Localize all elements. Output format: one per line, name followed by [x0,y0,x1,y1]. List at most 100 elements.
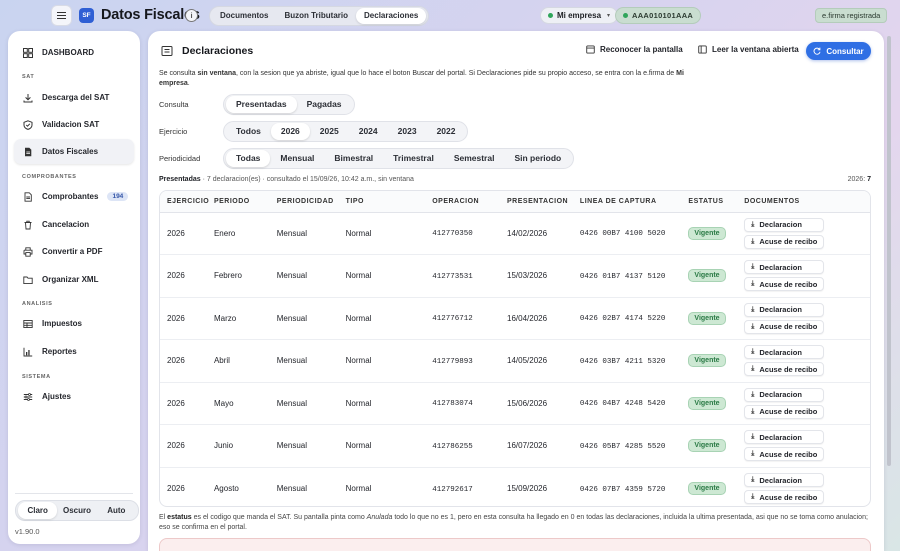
sidebar-item-dashboard[interactable]: DASHBOARD [14,40,134,65]
download-icon: ⤓ [751,263,755,271]
download-icon: ⤓ [751,365,755,373]
cell-operacion: 412773531 [432,272,473,281]
declaracion-download-button[interactable]: ⤓ Declaracion [744,302,825,317]
cell-linea-captura: 0426 03B7 4211 5320 [579,357,666,366]
acuse-download-button[interactable]: ⤓ Acuse de recibo [744,490,825,504]
declaracion-download-button[interactable]: ⤓ Declaracion [744,473,825,487]
periodicidad-option-bimestral[interactable]: Bimestral [324,150,383,167]
sidebar-item-cancelacion[interactable]: Cancelacion [14,212,134,237]
periodicidad-option-sin-periodo[interactable]: Sin periodo [504,150,571,167]
column-header[interactable]: EJERCICIO [160,191,214,213]
consulta-option-presentadas[interactable]: Presentadas [226,96,297,113]
sidebar-item-label: Convertir a PDF [42,247,103,256]
declaracion-download-button[interactable]: ⤓ Declaracion [744,387,825,402]
rfc-value: AAA010101AAA [632,11,694,20]
column-header[interactable]: TIPO [345,191,433,213]
app-version: v1.90.0 [15,527,40,536]
cell-operacion: 412779893 [432,357,473,366]
refresh-icon [813,47,821,55]
periodicidad-option-trimestral[interactable]: Trimestral [383,150,444,167]
ejercicio-option-2026[interactable]: 2026 [270,123,310,140]
ejercicio-option-2025[interactable]: 2025 [310,123,349,140]
sidebar-item-label: Reportes [42,347,77,356]
declaracion-download-button[interactable]: ⤓ Declaracion [744,217,825,232]
sidebar: DASHBOARD SAT Descarga del SAT Validacio… [8,31,140,544]
acuse-download-button[interactable]: ⤓ Acuse de recibo [744,362,825,377]
periodicidad-option-mensual[interactable]: Mensual [270,150,324,167]
table-row: 2026 Enero Mensual Normal 412770350 14/02/202… [160,212,870,255]
chevron-down-icon: ▾ [607,13,611,19]
theme-option-claro[interactable]: Claro [18,502,58,519]
declaraciones-table: EJERCICIO PERIODO PERIODICIDAD TIPO OPER… [159,190,871,507]
download-icon: ⤓ [751,280,755,288]
cell-operacion: 412783074 [432,400,473,409]
ejercicio-option-todos[interactable]: Todos [226,123,271,140]
acuse-download-button[interactable]: ⤓ Acuse de recibo [744,277,825,292]
periodicidad-option-todas[interactable]: Todas [226,150,271,167]
declaracion-download-button[interactable]: ⤓ Declaracion [744,260,825,275]
year-count: 2026: 7 [847,176,871,183]
sidebar-item-datos-fiscales[interactable]: Datos Fiscales [14,139,134,164]
acuse-download-button[interactable]: ⤓ Acuse de recibo [744,447,825,462]
table-row: 2026 Agosto Mensual Normal 412792617 15/09/20… [160,467,870,506]
intro-text: Se consulta sin ventana, con la sesion q… [159,70,684,87]
sidebar-item-organizar-xml[interactable]: Organizar XML [14,267,134,292]
status-badge: Vigente [688,269,726,283]
ejercicio-segmented: Todos 2026 2025 2024 2023 2022 [223,121,469,142]
tab-documentos[interactable]: Documentos [212,8,276,24]
document-label: Declaracion [759,262,802,272]
cell-tipo: Normal [345,228,372,238]
printer-icon [23,246,33,257]
sidebar-item-comprobantes[interactable]: Comprobantes 194 [14,184,134,209]
sidebar-item-ajustes[interactable]: Ajustes [14,384,134,409]
consulta-option-pagadas[interactable]: Pagadas [297,96,352,113]
acuse-download-button[interactable]: ⤓ Acuse de recibo [744,234,825,249]
top-bar: SF Datos Fiscales i Documentos Buzon Tri… [0,0,900,32]
status-badge: Vigente [688,439,726,453]
column-header[interactable]: DOCUMENTOS [744,191,870,213]
column-header[interactable]: PRESENTACION [507,191,580,213]
sidebar-item-convertir-pdf[interactable]: Convertir a PDF [14,239,134,264]
cell-operacion: 412770350 [432,230,473,239]
company-selector[interactable]: Mi empresa ▾ [540,7,619,24]
periodicidad-option-semestral[interactable]: Semestral [444,150,505,167]
sidebar-item-descarga[interactable]: Descarga del SAT [14,85,134,110]
info-icon[interactable]: i [185,9,198,22]
theme-option-auto[interactable]: Auto [97,502,136,519]
download-icon: ⤓ [751,220,755,228]
menu-button[interactable] [51,5,72,26]
column-header[interactable]: OPERACION [432,191,508,213]
leer-ventana-button[interactable]: Leer la ventana abierta [698,45,799,54]
sidebar-item-impuestos[interactable]: Impuestos [14,311,134,336]
sidebar-item-label: DASHBOARD [42,48,94,57]
acuse-download-button[interactable]: ⤓ Acuse de recibo [744,319,825,334]
consultar-button[interactable]: Consultar [806,42,871,60]
tab-buzon-tributario[interactable]: Buzon Tributario [276,8,356,24]
page-title: Declaraciones [182,45,254,57]
section-analisis: ANALISIS [22,301,53,307]
ejercicio-option-2022[interactable]: 2022 [427,123,466,140]
sidebar-item-reportes[interactable]: Reportes [14,339,134,364]
column-header[interactable]: ESTATUS [688,191,745,213]
cell-tipo: Normal [345,356,372,366]
ejercicio-option-2024[interactable]: 2024 [349,123,388,140]
column-header[interactable]: PERIODO [213,191,277,213]
cell-presentacion: 14/02/2026 [507,228,548,238]
reconocer-pantalla-button[interactable]: Reconocer la pantalla [586,45,683,54]
tab-declaraciones[interactable]: Declaraciones [356,8,427,24]
cell-presentacion: 15/09/2026 [507,484,548,493]
section-sat: SAT [22,74,35,80]
page-scrollbar[interactable] [887,36,891,466]
cell-ejercicio: 2026 [167,271,185,281]
ejercicio-option-2023[interactable]: 2023 [388,123,427,140]
column-header[interactable]: PERIODICIDAD [276,191,346,213]
download-icon: ⤓ [751,322,755,330]
column-header[interactable]: LINEA DE CAPTURA [579,191,689,213]
sidebar-item-validacion[interactable]: Validacion SAT [14,112,134,137]
declaracion-download-button[interactable]: ⤓ Declaracion [744,345,825,360]
status-badge: Vigente [688,311,726,325]
acuse-download-button[interactable]: ⤓ Acuse de recibo [744,404,825,419]
declaracion-download-button[interactable]: ⤓ Declaracion [744,430,825,445]
file-icon [23,191,33,202]
theme-option-oscuro[interactable]: Oscuro [57,502,96,519]
